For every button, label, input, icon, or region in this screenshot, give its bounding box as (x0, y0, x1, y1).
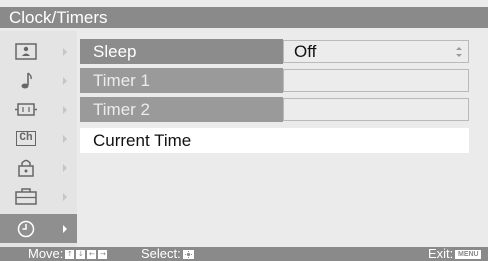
sidebar-item-sound[interactable] (0, 66, 77, 95)
chevron-right-icon (60, 182, 70, 211)
enter-key-icon (182, 249, 194, 259)
arrow-up-icon: ↑ (65, 249, 75, 259)
setup-icon (12, 186, 40, 207)
arrow-down-icon: ↓ (76, 249, 86, 259)
move-label: Move: (28, 246, 64, 261)
exit-hint: Exit: MENU (428, 246, 482, 261)
menu-key-icon: MENU (455, 249, 482, 259)
sidebar-item-clock-timers[interactable] (0, 214, 77, 243)
sidebar-item-channel[interactable]: Ch (0, 124, 77, 153)
select-label: Select: (141, 246, 181, 261)
channel-icon: Ch (12, 128, 40, 149)
sleep-label: Sleep (80, 39, 283, 64)
sleep-value-select[interactable]: Off (283, 40, 469, 63)
chevron-right-icon (60, 214, 70, 243)
up-down-arrows-icon (456, 47, 462, 57)
category-sidebar: Ch (0, 31, 77, 247)
arrow-left-icon: ← (87, 249, 97, 259)
sleep-value: Off (294, 42, 317, 61)
menu-row-sleep[interactable]: Sleep Off (80, 39, 469, 64)
menu-row-timer-2[interactable]: Timer 2 (80, 97, 469, 122)
exit-label: Exit: (428, 246, 454, 261)
menu-title: Clock/Timers (0, 7, 488, 28)
move-hint: Move: ↑ ↓ ← → (28, 247, 109, 261)
sound-note-icon (12, 70, 40, 91)
chevron-right-icon (60, 66, 70, 95)
sidebar-item-parental-lock[interactable] (0, 153, 77, 182)
menu-row-timer-1[interactable]: Timer 1 (80, 68, 469, 93)
chevron-right-icon (60, 124, 70, 153)
timer-1-value-field[interactable] (283, 69, 469, 92)
timer-2-label: Timer 2 (80, 97, 283, 122)
timer-2-value-field[interactable] (283, 98, 469, 121)
clock-icon (12, 218, 40, 239)
arrow-right-icon: → (98, 249, 108, 259)
menu-row-current-time[interactable]: Current Time (80, 128, 469, 153)
lock-icon (12, 157, 40, 178)
chevron-right-icon (60, 95, 70, 124)
screen-icon (12, 99, 40, 120)
chevron-right-icon (60, 153, 70, 182)
current-time-label: Current Time (93, 131, 192, 150)
key-guide-footer: Move: ↑ ↓ ← → Select: Exit: MENU (0, 247, 488, 261)
picture-icon (12, 41, 40, 62)
chevron-right-icon (60, 37, 70, 66)
sidebar-item-setup[interactable] (0, 182, 77, 211)
timer-1-label: Timer 1 (80, 68, 283, 93)
sidebar-item-screen[interactable] (0, 95, 77, 124)
sidebar-item-picture[interactable] (0, 37, 77, 66)
tv-menu-screen: Clock/Timers Ch Sleep Off Timer 1 Timer … (0, 0, 488, 261)
select-hint: Select: (141, 247, 196, 261)
